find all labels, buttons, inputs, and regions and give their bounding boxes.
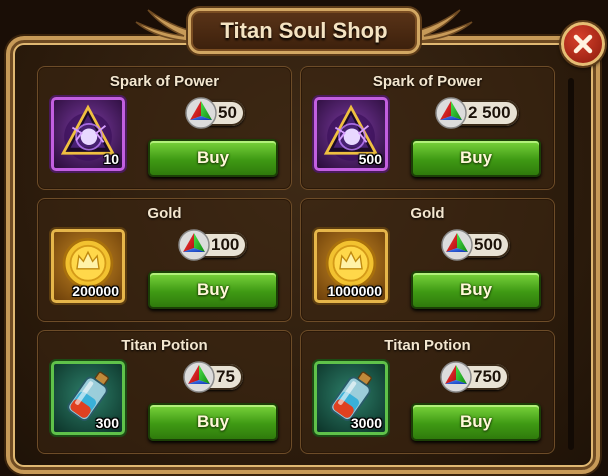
item-quantity: 500 (358, 151, 382, 167)
price-value: 100 (211, 235, 240, 254)
buy-button[interactable]: Buy (148, 271, 278, 309)
item-quantity: 300 (95, 415, 119, 431)
price-value: 75 (216, 367, 235, 386)
scrollbar[interactable] (568, 78, 574, 450)
item-name: Titan Potion (384, 337, 471, 354)
item-quantity: 200000 (72, 283, 119, 299)
price-value: 2 500 (468, 103, 511, 122)
price-value: 500 (474, 235, 503, 254)
item-icon-frame[interactable]: 500 (314, 97, 388, 171)
buy-button[interactable]: Buy (411, 403, 541, 441)
titan-soul-gem-icon (182, 360, 216, 394)
shop-title: Titan Soul Shop (188, 8, 420, 54)
item-icon-frame[interactable]: 300 (51, 361, 125, 435)
buy-button[interactable]: Buy (148, 139, 278, 177)
item-icon-frame[interactable]: 3000 (314, 361, 388, 435)
close-button[interactable] (561, 22, 605, 66)
price-value: 50 (218, 103, 237, 122)
item-icon-frame[interactable]: 200000 (51, 229, 125, 303)
item-quantity: 10 (103, 151, 119, 167)
item-icon-frame[interactable]: 10 (51, 97, 125, 171)
shop-item-card: Spark of Power 500 2 500 Buy (300, 66, 555, 190)
item-price: 2 500 (438, 100, 519, 126)
shop-item-card: Gold 200000 100 Buy (37, 198, 292, 322)
shop-item-card: Titan Potion 3000 750 Buy (300, 330, 555, 454)
item-price: 750 (443, 364, 510, 390)
item-quantity: 1000000 (327, 283, 382, 299)
price-value: 750 (473, 367, 502, 386)
item-name: Gold (410, 205, 445, 222)
titan-soul-gem-icon (434, 96, 468, 130)
item-name: Titan Potion (121, 337, 208, 354)
titan-soul-gem-icon (439, 360, 473, 394)
item-name: Gold (147, 205, 182, 222)
item-price: 100 (181, 232, 248, 258)
shop-item-card: Titan Potion 300 75 Buy (37, 330, 292, 454)
titan-soul-gem-icon (440, 228, 474, 262)
titan-soul-gem-icon (177, 228, 211, 262)
item-name: Spark of Power (372, 73, 483, 90)
buy-button[interactable]: Buy (411, 139, 541, 177)
item-price: 500 (444, 232, 511, 258)
item-icon-frame[interactable]: 1000000 (314, 229, 388, 303)
item-price: 75 (186, 364, 243, 390)
item-price: 50 (188, 100, 245, 126)
item-quantity: 3000 (350, 415, 382, 431)
titan-soul-gem-icon (184, 96, 218, 130)
shop-item-card: Gold 1000000 500 Buy (300, 198, 555, 322)
buy-button[interactable]: Buy (148, 403, 278, 441)
item-name: Spark of Power (109, 73, 220, 90)
shop-item-card: Spark of Power 10 50 Buy (37, 66, 292, 190)
close-icon (573, 34, 593, 54)
buy-button[interactable]: Buy (411, 271, 541, 309)
